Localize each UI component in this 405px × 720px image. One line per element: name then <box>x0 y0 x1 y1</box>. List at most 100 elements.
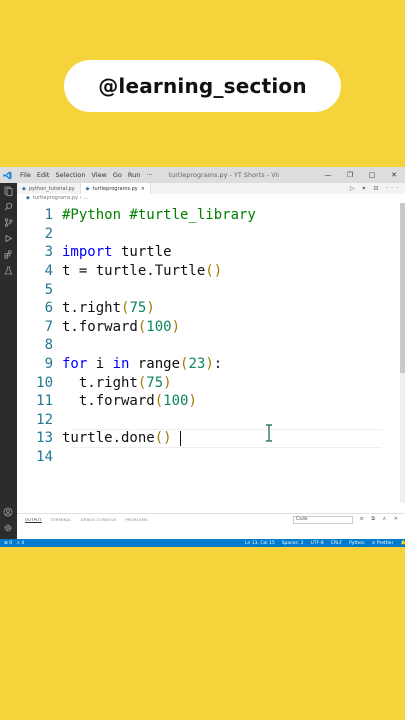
code-line[interactable]: 8 <box>17 336 62 355</box>
code-line[interactable]: 1 #Python #turtle_library <box>17 206 256 225</box>
code-line[interactable]: 6 t.right(75) <box>17 299 155 318</box>
code-line[interactable]: 3 import turtle <box>17 243 172 262</box>
code-editor[interactable]: 1 #Python #turtle_library 2 3 import turtle 4… <box>17 204 402 504</box>
code-token: in <box>112 356 130 373</box>
code-text[interactable]: for i in range(23): <box>62 356 222 372</box>
code-token: #Python #turtle_library <box>62 207 256 224</box>
code-token: for <box>62 356 88 373</box>
menu-edit[interactable]: Edit <box>37 171 50 179</box>
window-controls: — ❐ □ ✕ <box>317 167 405 183</box>
source-control-icon[interactable] <box>4 218 14 228</box>
code-line[interactable]: 14 <box>17 448 62 467</box>
minimize-button[interactable]: — <box>317 167 339 183</box>
cursor-position[interactable]: Ln 13, Col 15 <box>245 541 275 546</box>
breadcrumb: ◆ turtleprograms.py › ... <box>26 194 88 203</box>
tab-problems[interactable]: PROBLEMS <box>125 517 147 523</box>
line-number: 4 <box>44 263 53 280</box>
restore-button[interactable]: ❐ <box>339 167 361 183</box>
line-number: 7 <box>44 318 53 335</box>
code-line[interactable]: 4 t = turtle.Turtle() <box>17 262 223 281</box>
line-number: 10 <box>36 374 53 391</box>
code-line[interactable]: 12 <box>17 411 62 430</box>
code-line[interactable]: 10 t.right(75) <box>17 373 172 392</box>
code-token: t.right <box>62 374 138 391</box>
code-text[interactable]: t.forward(100) <box>62 319 180 335</box>
vscode-logo-icon <box>0 167 14 183</box>
menu-run[interactable]: Run <box>128 171 140 179</box>
search-icon[interactable] <box>4 202 14 212</box>
code-token: 75 <box>129 300 147 317</box>
code-token: : <box>213 356 223 373</box>
code-text[interactable]: t.right(75) <box>62 375 172 391</box>
code-line-current[interactable]: 13 turtle.done() <box>17 429 382 448</box>
indentation[interactable]: Spaces: 2 <box>282 541 304 546</box>
editor-actions[interactable]: ▷ ▾ ⊟ ··· <box>350 183 401 194</box>
editor-scrollbar[interactable] <box>400 203 405 503</box>
tab-debug-console[interactable]: DEBUG CONSOLE <box>81 517 117 523</box>
code-token: turtle.done <box>62 430 155 447</box>
tab-label: turtleprograms.py <box>92 185 138 192</box>
line-number: 1 <box>44 207 53 224</box>
warnings-count[interactable]: ⚠ 0 <box>16 541 24 546</box>
code-line[interactable]: 2 <box>17 225 62 244</box>
tab-turtleprograms[interactable]: ◆ turtleprograms.py × <box>80 183 151 194</box>
tab-python-tutorial[interactable]: ◆ python_tutorial.py <box>17 183 81 194</box>
explorer-icon[interactable] <box>4 186 14 196</box>
tab-label: python_tutorial.py <box>28 185 75 192</box>
python-file-icon: ◆ <box>22 185 26 192</box>
run-debug-icon[interactable] <box>4 234 14 244</box>
menu-go[interactable]: Go <box>113 171 122 179</box>
menu-more[interactable]: ··· <box>146 171 152 179</box>
line-endings[interactable]: CRLF <box>331 541 342 546</box>
window-title: turtleprograms.py - YT Shorts - Visu... <box>168 171 279 179</box>
code-text[interactable]: #Python #turtle_library <box>62 207 256 223</box>
settings-gear-icon[interactable] <box>3 523 13 533</box>
line-number: 14 <box>36 449 53 466</box>
code-token: range <box>129 356 181 373</box>
notifications-bell-icon[interactable]: 🔔 <box>400 541 405 546</box>
menu-file[interactable]: File <box>20 171 31 179</box>
menu-bar: File Edit Selection View Go Run ··· <box>20 171 153 179</box>
prettier-status[interactable]: ⊙ Prettier <box>372 541 394 546</box>
code-token: ( <box>154 393 164 410</box>
code-text[interactable]: t.forward(100) <box>62 393 197 409</box>
line-number: 8 <box>44 337 53 354</box>
tab-close-icon[interactable]: × <box>141 186 145 192</box>
tab-output[interactable]: OUTPUT <box>25 517 42 523</box>
code-line[interactable]: 7 t.forward(100) <box>17 318 180 337</box>
channel-handle-text: @learning_section <box>98 74 307 98</box>
code-token: () <box>154 430 172 447</box>
code-token: ) <box>171 318 181 335</box>
code-token: 23 <box>188 356 206 373</box>
channel-handle-badge: @learning_section <box>64 60 341 112</box>
code-text[interactable]: turtle.done() <box>62 430 182 447</box>
code-token: ) <box>205 356 214 373</box>
code-token: 100 <box>146 318 172 335</box>
tab-terminal[interactable]: TERMINAL <box>51 517 72 523</box>
encoding[interactable]: UTF-8 <box>311 541 324 546</box>
close-window-button[interactable]: ✕ <box>383 167 405 183</box>
menu-view[interactable]: View <box>91 171 106 179</box>
testing-flask-icon[interactable] <box>4 266 14 276</box>
extensions-icon[interactable] <box>4 250 14 260</box>
account-icon[interactable] <box>3 507 13 517</box>
code-token: t = turtle.Turtle <box>62 263 206 280</box>
code-token: t.forward <box>62 393 155 410</box>
language-mode[interactable]: Python <box>349 541 365 546</box>
code-line[interactable]: 5 <box>17 280 62 299</box>
line-number: 6 <box>44 300 53 317</box>
code-text[interactable]: t = turtle.Turtle() <box>62 263 222 279</box>
output-channel-select[interactable]: Code <box>293 516 353 524</box>
breadcrumb-text[interactable]: turtleprograms.py › ... <box>33 194 88 203</box>
python-file-icon: ◆ <box>26 195 30 201</box>
maximize-button[interactable]: □ <box>361 167 383 183</box>
code-line[interactable]: 9 for i in range(23): <box>17 355 223 374</box>
code-text[interactable]: t.right(75) <box>62 300 155 316</box>
line-number: 2 <box>44 225 53 242</box>
menu-selection[interactable]: Selection <box>55 171 85 179</box>
panel-actions[interactable]: ≡ ⧉ ∧ ✕ <box>360 516 401 522</box>
errors-count[interactable]: ⊗ 0 <box>4 541 12 546</box>
code-line[interactable]: 11 t.forward(100) <box>17 392 197 411</box>
scrollbar-thumb[interactable] <box>400 203 405 373</box>
code-text[interactable]: import turtle <box>62 244 172 260</box>
